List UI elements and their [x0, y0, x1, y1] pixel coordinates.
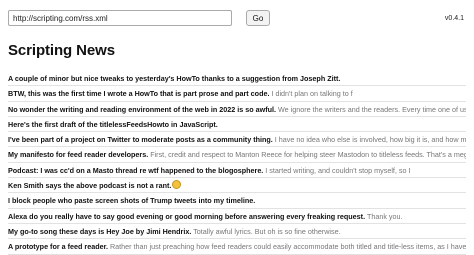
feed-item-title[interactable]: No wonder the writing and reading enviro… [8, 105, 276, 114]
feed-item-description: Thank you. [365, 211, 403, 221]
feed-item: A prototype for a feed reader. Rather th… [8, 239, 466, 255]
feed-item-title[interactable]: I block people who paste screen shots of… [8, 196, 255, 205]
feed-item-title[interactable]: My go-to song these days is Hey Joe by J… [8, 227, 191, 236]
smiley-face-icon [172, 180, 182, 190]
feed-item-description: First, credit and respect to Manton Reec… [148, 150, 466, 160]
feed-item-description: I didn't plan on talking to f [269, 89, 353, 99]
feed-item: No wonder the writing and reading enviro… [8, 102, 466, 117]
version-label: v0.4.1 [444, 15, 464, 22]
feed-item-description: We ignore the writers and the readers. E… [277, 104, 466, 114]
feed-item-title[interactable]: Podcast: I was cc'd on a Masto thread re… [8, 166, 263, 175]
feed-item-description: I started writing, and couldn't stop mys… [263, 165, 411, 175]
toolbar: Go v0.4.1 [8, 10, 466, 28]
go-button[interactable]: Go [246, 10, 270, 26]
feed-title: Scripting News [8, 42, 115, 59]
feed-item: I block people who paste screen shots of… [8, 193, 466, 209]
feed-item-title[interactable]: A couple of minor but nice tweaks to yes… [8, 74, 340, 83]
feed-item-title[interactable]: My manifesto for feed reader developers. [8, 150, 148, 159]
feed-item: Here's the first draft of the titlelessF… [8, 117, 466, 133]
feed-item-title[interactable]: Alexa do you really have to say good eve… [8, 212, 365, 221]
feed-item: My manifesto for feed reader developers.… [8, 147, 466, 163]
feed-item: Alexa do you really have to say good eve… [8, 209, 466, 224]
feed-item-description: I have no idea who else is involved, how… [272, 135, 466, 145]
feed-item: My go-to song these days is Hey Joe by J… [8, 224, 466, 240]
feed-item-title[interactable]: A prototype for a feed reader. [8, 242, 108, 251]
feed-item-list: A couple of minor but nice tweaks to yes… [8, 71, 466, 255]
feed-item-title[interactable]: I've been part of a project on Twitter t… [8, 135, 273, 144]
feed-item-description: Totally awful lyrics. But oh is so fine … [191, 226, 341, 236]
feed-item-description: Rather than just preaching how feed read… [107, 242, 466, 252]
feed-item-title[interactable]: BTW, this was the first time I wrote a H… [8, 89, 269, 98]
feed-item: BTW, this was the first time I wrote a H… [8, 86, 466, 102]
feed-item: A couple of minor but nice tweaks to yes… [8, 71, 466, 87]
feed-item: Podcast: I was cc'd on a Masto thread re… [8, 163, 466, 179]
feed-item-title[interactable]: Here's the first draft of the titlelessF… [8, 120, 218, 129]
feed-url-input[interactable] [8, 10, 232, 26]
feed-item-title[interactable]: Ken Smith says the above podcast is not … [8, 181, 171, 190]
feed-item: I've been part of a project on Twitter t… [8, 132, 466, 148]
feed-item: Ken Smith says the above podcast is not … [8, 178, 466, 194]
